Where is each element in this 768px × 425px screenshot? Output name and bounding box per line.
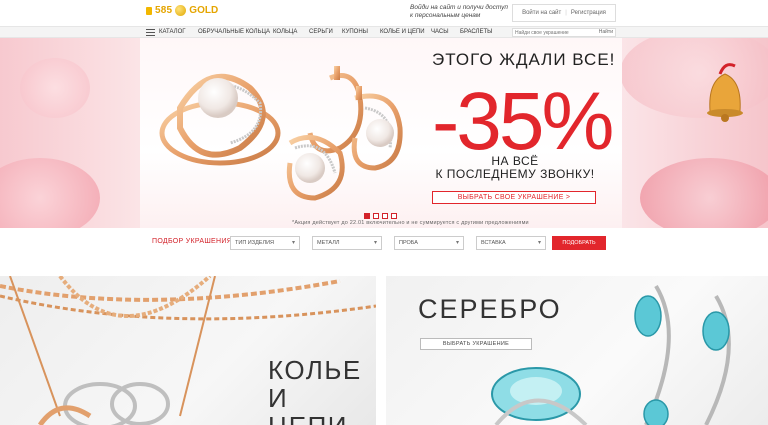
card-title-silver: СЕРЕБРО	[418, 294, 562, 324]
auth-box: Войти на сайт | Регистрация	[512, 4, 616, 22]
petal-decoration	[20, 58, 90, 118]
slider-dot-3[interactable]	[382, 213, 388, 219]
login-promo-text: Войди на сайт и получи доступ к персонал…	[410, 4, 508, 19]
ribbon-decoration-2	[640, 158, 768, 228]
hero-discount: -35%	[432, 76, 614, 167]
hero-title: ЭТОГО ЖДАЛИ ВСЕ!	[432, 50, 616, 69]
search-box: Найти	[512, 28, 616, 37]
hero-subtitle: НА ВСЁ К ПОСЛЕДНЕМУ ЗВОНКУ!	[432, 155, 598, 181]
logo-number: 585	[155, 5, 173, 16]
hero-cta-button[interactable]: ВЫБРАТЬ СВОЕ УКРАШЕНИЕ >	[432, 191, 596, 204]
nav-item-coupons[interactable]: Купоны	[342, 29, 368, 35]
register-link[interactable]: Регистрация	[571, 10, 606, 16]
jewelry-filter: Подбор украшения Тип изделия ▾ Металл ▾ …	[0, 228, 768, 272]
menu-icon[interactable]	[146, 29, 155, 36]
search-button[interactable]: Найти	[599, 29, 613, 36]
main-nav: Каталог Обручальные кольца Кольца Серьги…	[0, 26, 768, 38]
select-item-type[interactable]: Тип изделия ▾	[230, 236, 300, 250]
hero-banner[interactable]: ЭТОГО ЖДАЛИ ВСЕ! -35% НА ВСЁ К ПОСЛЕДНЕМ…	[0, 38, 768, 228]
filter-label: Подбор украшения	[152, 238, 233, 245]
nav-item-earrings[interactable]: Серьги	[309, 29, 333, 35]
chevron-down-icon: ▾	[537, 240, 541, 246]
logo[interactable]: 585 GOLD	[146, 5, 218, 16]
select-item-type-value: Тип изделия	[235, 240, 274, 246]
nav-item-catalog[interactable]: Каталог	[159, 29, 185, 35]
category-card-silver[interactable]: СЕРЕБРО Выбрать украшение	[386, 276, 768, 425]
filter-submit-button[interactable]: Подобрать	[552, 236, 606, 250]
auth-divider: |	[565, 10, 567, 16]
logo-word: GOLD	[189, 5, 219, 16]
slider-dot-4[interactable]	[391, 213, 397, 219]
card-silver-button[interactable]: Выбрать украшение	[420, 338, 532, 350]
nav-item-wedding-rings[interactable]: Обручальные кольца	[198, 29, 270, 35]
select-stone-value: Вставка	[481, 240, 506, 246]
card-title-necklaces: КОЛЬЕ И ЦЕПИ	[268, 356, 376, 425]
select-metal-value: Металл	[317, 240, 340, 246]
login-link[interactable]: Войти на сайт	[522, 10, 561, 16]
select-metal[interactable]: Металл ▾	[312, 236, 382, 250]
slider-dot-1[interactable]	[364, 213, 370, 219]
nav-item-bracelets[interactable]: Браслеты	[460, 29, 492, 35]
select-purity[interactable]: Проба ▾	[394, 236, 464, 250]
flower-decoration	[0, 158, 100, 228]
hero-disclaimer: *Акция действует до 22.01 включительно и…	[292, 220, 529, 226]
search-input[interactable]	[513, 29, 593, 36]
category-card-necklaces[interactable]: КОЛЬЕ И ЦЕПИ	[0, 276, 376, 425]
nav-item-rings[interactable]: Кольца	[273, 29, 297, 35]
slider-dots	[364, 213, 397, 219]
chevron-down-icon: ▾	[455, 240, 459, 246]
card-title-line-2: И ЦЕПИ	[268, 383, 346, 425]
logo-coin-icon	[175, 5, 187, 16]
jewelry-image	[159, 66, 403, 201]
slider-dot-2[interactable]	[373, 213, 379, 219]
select-purity-value: Проба	[399, 240, 418, 246]
card-title-line-1: КОЛЬЕ	[268, 355, 362, 385]
chevron-down-icon: ▾	[373, 240, 377, 246]
bell-icon	[707, 63, 743, 122]
hero-subtitle-line-2: К ПОСЛЕДНЕМУ ЗВОНКУ!	[435, 167, 595, 181]
select-stone[interactable]: Вставка ▾	[476, 236, 546, 250]
logo-mark-icon	[146, 6, 152, 15]
nav-item-necklaces[interactable]: Колье и цепи	[380, 29, 425, 35]
site-header: 585 GOLD Войди на сайт и получи доступ к…	[0, 0, 768, 26]
nav-item-watches[interactable]: Часы	[431, 29, 449, 35]
chevron-down-icon: ▾	[291, 240, 295, 246]
